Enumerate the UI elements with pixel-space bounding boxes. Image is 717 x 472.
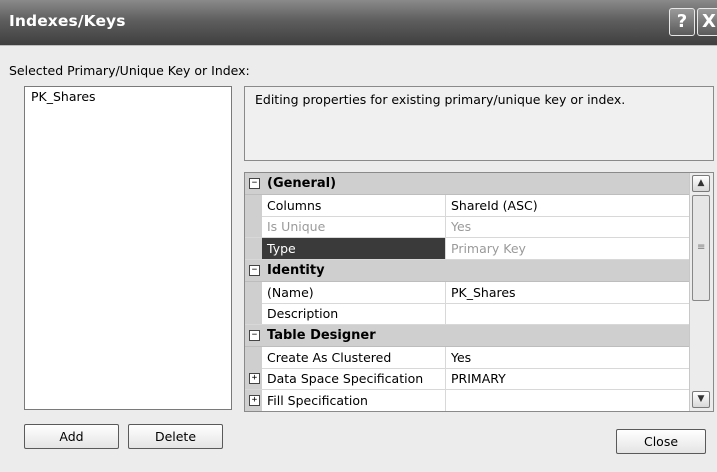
description-text: Editing properties for existing primary/…: [255, 92, 626, 107]
property-row[interactable]: + Fill Specification: [245, 390, 689, 411]
property-grid[interactable]: − (General) Columns ShareId (ASC) Is Unique Y…: [244, 172, 714, 412]
property-row[interactable]: Is Unique Yes: [245, 216, 689, 239]
delete-button[interactable]: Delete: [128, 424, 223, 449]
close-button[interactable]: Close: [616, 429, 706, 454]
property-name: Columns: [267, 197, 322, 213]
row-gutter: [245, 238, 262, 260]
chevron-down-icon: ▼: [697, 394, 705, 404]
property-value[interactable]: PK_Shares: [445, 281, 689, 303]
collapse-icon[interactable]: −: [249, 264, 260, 276]
property-name: Identity: [267, 262, 325, 278]
property-name: Is Unique: [267, 219, 326, 235]
property-value-text: Yes: [451, 349, 472, 365]
property-category[interactable]: − (General): [245, 173, 689, 195]
collapse-icon[interactable]: −: [249, 178, 260, 189]
property-value[interactable]: [445, 303, 689, 325]
property-name: Description: [267, 306, 339, 322]
list-item[interactable]: PK_Shares: [31, 89, 96, 104]
property-name: Type: [267, 241, 296, 257]
vertical-scrollbar[interactable]: ▲ ≡ ▼: [689, 173, 713, 411]
expand-icon[interactable]: +: [249, 395, 260, 406]
row-gutter: [245, 281, 262, 303]
help-icon: ?: [676, 11, 688, 32]
property-name: Create As Clustered: [267, 349, 392, 365]
property-value[interactable]: Yes: [445, 346, 689, 368]
keys-listbox[interactable]: PK_Shares: [24, 86, 232, 410]
chevron-up-icon: ▲: [697, 178, 705, 188]
add-button[interactable]: Add: [24, 424, 119, 449]
property-value[interactable]: PRIMARY: [445, 368, 689, 390]
close-window-button[interactable]: X: [697, 8, 717, 36]
row-gutter: [245, 346, 262, 368]
collapse-icon[interactable]: −: [249, 329, 260, 341]
property-name: Fill Specification: [267, 393, 368, 408]
property-value-text: PRIMARY: [451, 371, 506, 387]
selected-key-label: Selected Primary/Unique Key or Index:: [9, 63, 250, 78]
row-gutter: [245, 216, 262, 238]
property-row[interactable]: Description: [245, 303, 689, 326]
property-row[interactable]: Columns ShareId (ASC): [245, 194, 689, 217]
property-value[interactable]: Yes: [445, 216, 689, 238]
property-category[interactable]: − Identity: [245, 259, 689, 282]
property-category[interactable]: − Table Designer: [245, 324, 689, 347]
title-bar: Indexes/Keys ? X: [0, 0, 717, 46]
property-value-text: PK_Shares: [451, 284, 516, 300]
property-name: Table Designer: [267, 327, 376, 343]
property-row[interactable]: + Data Space Specification PRIMARY: [245, 368, 689, 391]
close-icon: X: [702, 11, 716, 32]
expand-icon[interactable]: +: [249, 373, 260, 385]
property-row[interactable]: (Name) PK_Shares: [245, 281, 689, 304]
description-box: Editing properties for existing primary/…: [244, 86, 714, 161]
property-row[interactable]: Create As Clustered Yes: [245, 346, 689, 369]
scroll-down-button[interactable]: ▼: [692, 391, 710, 408]
row-gutter: [245, 194, 262, 216]
property-value[interactable]: [445, 390, 689, 411]
property-value-text: Primary Key: [451, 241, 526, 257]
property-value-text: ShareId (ASC): [451, 197, 538, 213]
property-value[interactable]: ShareId (ASC): [445, 194, 689, 216]
window-title: Indexes/Keys: [9, 12, 126, 30]
property-row[interactable]: Type Primary Key: [245, 238, 689, 261]
property-name: (Name): [267, 284, 314, 300]
scroll-up-button[interactable]: ▲: [692, 175, 710, 192]
help-button[interactable]: ?: [669, 8, 695, 36]
property-name: (General): [267, 176, 337, 191]
property-value-text: Yes: [451, 219, 472, 235]
property-name: Data Space Specification: [267, 371, 424, 387]
row-gutter: [245, 303, 262, 325]
scroll-thumb[interactable]: ≡: [692, 195, 710, 301]
grip-icon: ≡: [697, 242, 706, 253]
property-value[interactable]: Primary Key: [445, 238, 689, 260]
